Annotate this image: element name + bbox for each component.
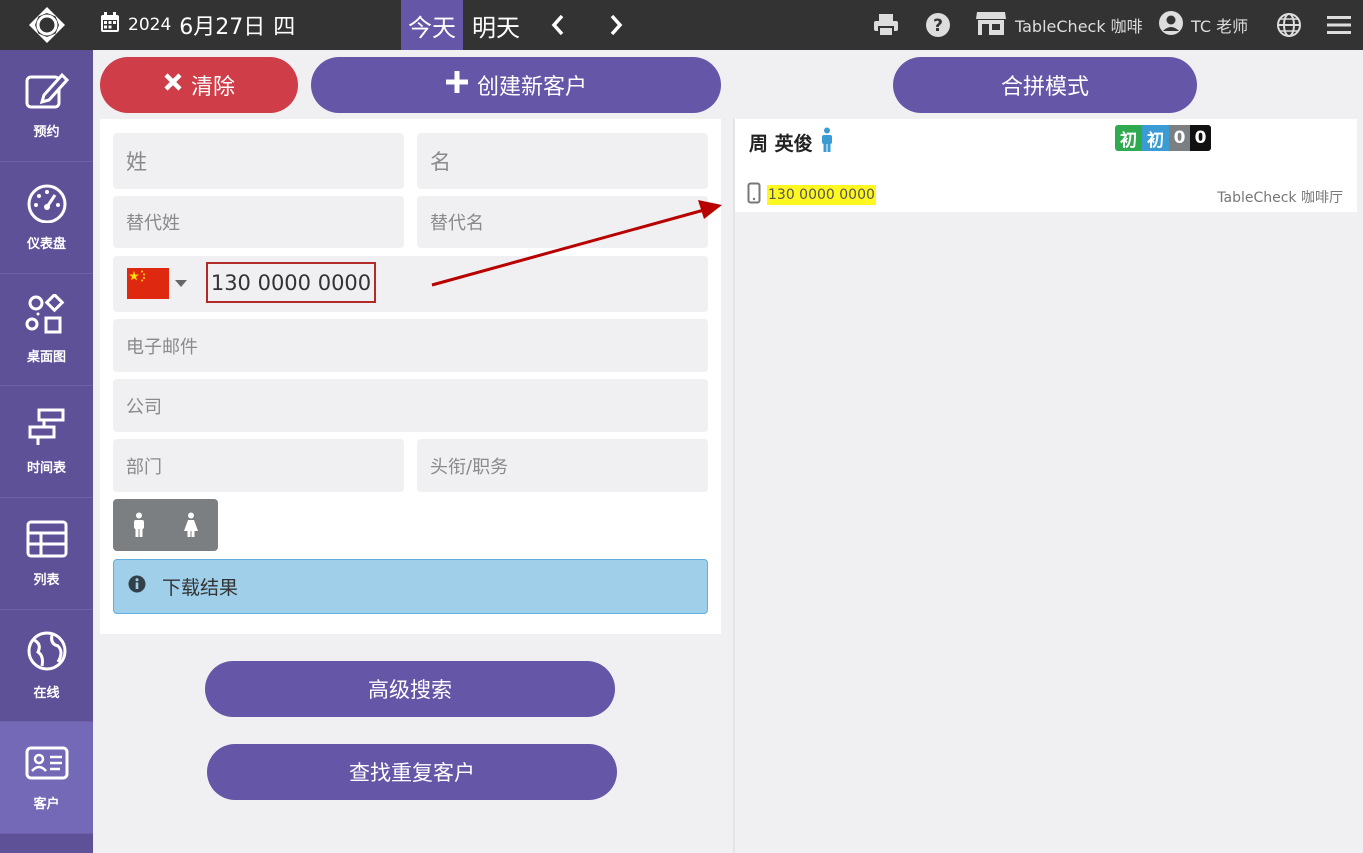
customer-phone-row: 130 0000 0000 xyxy=(747,182,876,208)
close-icon xyxy=(163,72,183,98)
china-flag-icon[interactable] xyxy=(127,268,169,299)
customer-name-row: 周 英俊 xyxy=(749,127,835,158)
advanced-search-button[interactable]: 高级搜索 xyxy=(205,661,615,717)
sidebar-item-label: 时间表 xyxy=(26,461,66,476)
customer-phone: 130 0000 0000 xyxy=(767,185,876,205)
country-dropdown-caret-icon[interactable] xyxy=(175,280,187,287)
plus-icon xyxy=(445,70,469,100)
svg-text:?: ? xyxy=(933,16,943,36)
customer-search-form: 姓 名 替代姓 替代名 130 0000 0000 电子邮件 公司 部门 头衔/… xyxy=(100,119,721,634)
user-avatar-icon xyxy=(1158,10,1184,40)
gauge-icon xyxy=(24,183,70,227)
edit-icon xyxy=(24,71,70,115)
count-badge: 0 xyxy=(1169,125,1190,151)
table-icon xyxy=(24,519,70,563)
today-button[interactable]: 今天 xyxy=(401,0,463,50)
help-icon[interactable]: ? xyxy=(922,0,954,50)
sidebar-item-label: 客户 xyxy=(33,797,60,812)
sidebar-item-label: 桌面图 xyxy=(26,350,66,365)
sidebar-item-label: 仪表盘 xyxy=(26,237,66,252)
status-badge: 初 xyxy=(1142,125,1169,151)
first-name-field[interactable]: 名 xyxy=(417,133,708,189)
count-badge: 0 xyxy=(1190,125,1211,151)
create-customer-button-label: 创建新客户 xyxy=(476,75,587,100)
globe-icon[interactable] xyxy=(1272,0,1306,50)
clear-button[interactable]: 清除 xyxy=(100,57,298,113)
mobile-phone-icon xyxy=(747,182,761,208)
sidebar-item-label: 在线 xyxy=(33,686,60,701)
sidebar-item-online[interactable]: 在线 xyxy=(0,610,93,722)
customer-result-card[interactable]: 周 英俊 初 初 0 0 130 0000 0000 TableCheck 咖啡… xyxy=(735,119,1357,212)
date-year: 2024 xyxy=(128,15,172,35)
user-name: TC 老师 xyxy=(1191,17,1249,36)
calendar-icon xyxy=(100,11,120,39)
info-icon xyxy=(128,575,146,598)
sidebar-item-dashboard[interactable]: 仪表盘 xyxy=(0,162,93,274)
sidebar-item-reservations[interactable]: 预约 xyxy=(0,50,93,162)
date-main: 6月27日 xyxy=(179,15,266,40)
store-icon xyxy=(975,10,1007,40)
date-display[interactable]: 2024 6月27日 四 xyxy=(100,0,295,50)
job-title-field[interactable]: 头衔/职务 xyxy=(417,439,708,492)
timeline-icon xyxy=(24,407,70,451)
find-duplicates-button[interactable]: 查找重复客户 xyxy=(207,744,617,800)
date-weekday: 四 xyxy=(273,15,296,40)
phone-input[interactable]: 130 0000 0000 xyxy=(206,262,376,303)
company-field[interactable]: 公司 xyxy=(113,379,708,432)
gender-toggle xyxy=(113,499,218,551)
male-icon xyxy=(819,127,835,158)
venue-selector[interactable]: TableCheck 咖啡 xyxy=(975,0,1143,50)
female-icon[interactable] xyxy=(165,499,217,551)
clear-button-label: 清除 xyxy=(190,75,235,100)
search-results-panel: 周 英俊 初 初 0 0 130 0000 0000 TableCheck 咖啡… xyxy=(733,119,1357,853)
info-text: 下载结果 xyxy=(162,577,239,599)
sidebar: 预约 仪表盘 桌面图 时间表 列表 在线 客户 xyxy=(0,50,93,853)
sidebar-item-label: 预约 xyxy=(33,125,60,140)
status-badge: 初 xyxy=(1115,125,1142,151)
sidebar-item-timetable[interactable]: 时间表 xyxy=(0,386,93,498)
customer-venue: TableCheck 咖啡厅 xyxy=(1217,190,1343,206)
globe-icon xyxy=(24,630,70,676)
contact-card-icon xyxy=(24,743,70,787)
customer-badges: 初 初 0 0 xyxy=(1115,125,1211,151)
phone-field: 130 0000 0000 xyxy=(113,256,708,312)
venue-name: TableCheck 咖啡 xyxy=(1015,17,1143,36)
alt-first-name-field[interactable]: 替代名 xyxy=(417,196,708,248)
sidebar-item-floor-plan[interactable]: 桌面图 xyxy=(0,274,93,386)
merge-mode-button[interactable]: 合拼模式 xyxy=(893,57,1197,113)
create-customer-button[interactable]: 创建新客户 xyxy=(311,57,721,113)
sidebar-item-label: 列表 xyxy=(33,573,60,588)
department-field[interactable]: 部门 xyxy=(113,439,404,492)
app-logo-icon[interactable] xyxy=(0,0,93,50)
top-bar: 2024 6月27日 四 今天 明天 ? TableCheck 咖啡 TC 老师 xyxy=(0,0,1363,50)
customer-name: 周 英俊 xyxy=(749,133,813,155)
chevron-right-icon[interactable] xyxy=(598,0,634,50)
shapes-icon xyxy=(24,292,70,340)
print-icon[interactable] xyxy=(870,0,902,50)
sidebar-item-list[interactable]: 列表 xyxy=(0,498,93,610)
male-icon[interactable] xyxy=(113,499,165,551)
alt-last-name-field[interactable]: 替代姓 xyxy=(113,196,404,248)
last-name-field[interactable]: 姓 xyxy=(113,133,404,189)
chevron-left-icon[interactable] xyxy=(540,0,576,50)
tomorrow-button[interactable]: 明天 xyxy=(466,0,526,50)
hamburger-menu-icon[interactable] xyxy=(1322,0,1356,50)
email-field[interactable]: 电子邮件 xyxy=(113,319,708,372)
user-menu[interactable]: TC 老师 xyxy=(1158,0,1248,50)
download-results-info[interactable]: 下载结果 xyxy=(113,559,708,614)
sidebar-item-customers[interactable]: 客户 xyxy=(0,722,93,834)
